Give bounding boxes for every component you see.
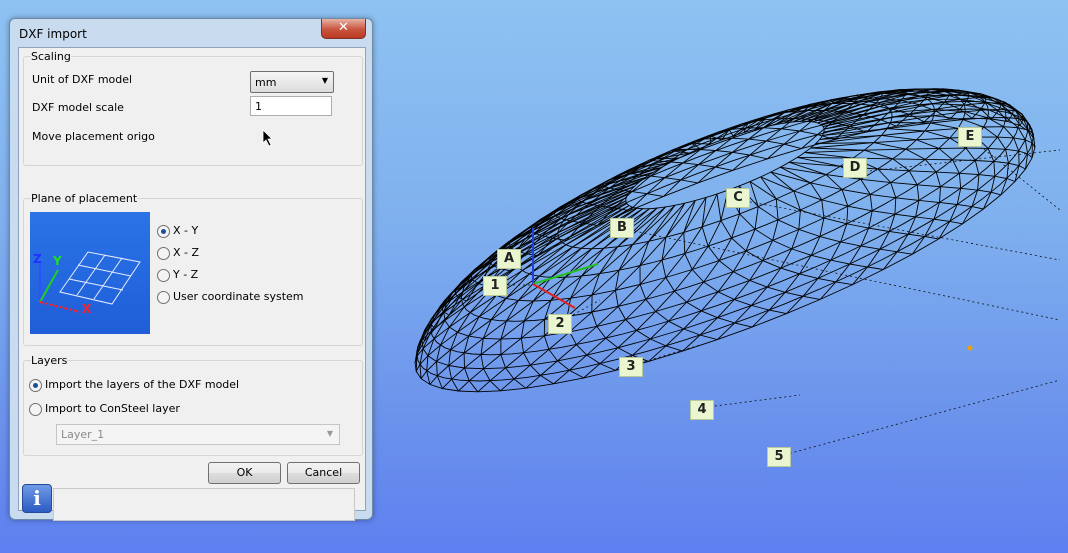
layer-select-value: Layer_1 (61, 428, 105, 441)
cursor-icon (262, 129, 273, 147)
dialog-body: Scaling Unit of DXF model mm ▼ DXF model… (18, 47, 366, 521)
mesh-rib (631, 200, 696, 362)
unit-label: Unit of DXF model (32, 73, 133, 86)
origin-marker (967, 345, 973, 351)
mesh-rib (743, 112, 802, 150)
mesh-rib (442, 185, 635, 316)
import-consteel-layer-label: Import to ConSteel layer (45, 402, 180, 415)
chevron-down-icon: ▼ (326, 429, 333, 438)
info-icon: i (22, 484, 52, 513)
plane-group: Plane of placement Z Y X X - Y X - Z Y -… (23, 192, 363, 346)
plane-group-title: Plane of placement (31, 192, 138, 205)
plane-yz-label: Y - Z (173, 268, 199, 281)
close-icon: ✕ (338, 20, 349, 35)
close-button[interactable]: ✕ (321, 19, 366, 39)
plane-preview-image: Z Y X (30, 212, 150, 334)
scale-label: DXF model scale (32, 101, 124, 114)
plane-option-yz[interactable]: Y - Z (157, 268, 307, 284)
grid-label-c: C (726, 188, 750, 208)
plane-yz-radio[interactable] (157, 269, 170, 282)
plane-option-ucs[interactable]: User coordinate system (157, 290, 347, 306)
scale-input-value: 1 (255, 100, 262, 113)
grid-label-d: D (843, 158, 867, 178)
axis-x-line (532, 283, 576, 309)
mesh-ring (443, 90, 1007, 340)
chevron-down-icon: ▼ (321, 76, 328, 85)
mesh-ring (421, 100, 1029, 370)
dialog-title: DXF import (19, 27, 87, 41)
layers-option-consteel[interactable]: Import to ConSteel layer (29, 402, 289, 418)
plane-xz-label: X - Z (173, 246, 200, 259)
dialog-titlebar[interactable]: DXF import ✕ (10, 19, 372, 47)
grid-label-e: E (958, 127, 982, 147)
layers-group-title: Layers (31, 354, 68, 367)
grid-label-2: 2 (548, 314, 572, 334)
mesh-ring (484, 88, 966, 302)
plane-xy-radio[interactable] (157, 225, 170, 238)
grid-label-a: A (497, 249, 521, 269)
scaling-group: Scaling Unit of DXF model mm ▼ DXF model… (23, 50, 363, 166)
scaling-group-title: Scaling (31, 50, 71, 63)
layer-select[interactable]: Layer_1 ▼ (56, 424, 340, 445)
mesh-rib (539, 206, 666, 385)
plane-xz-radio[interactable] (157, 247, 170, 260)
mesh-rib (760, 176, 853, 286)
plane-axis-z: Z (33, 252, 42, 266)
import-dxf-layers-radio[interactable] (29, 379, 42, 392)
grid-label-b: B (610, 218, 634, 238)
import-dxf-layers-label: Import the layers of the DXF model (45, 378, 240, 391)
unit-select-value: mm (255, 76, 277, 89)
info-message-box (53, 488, 355, 521)
plane-axis-x: X (82, 302, 92, 316)
plane-ucs-label: User coordinate system (173, 290, 304, 303)
ok-button[interactable]: OK (208, 462, 281, 484)
plane-option-xy[interactable]: X - Y (157, 224, 307, 240)
plane-ucs-radio[interactable] (157, 291, 170, 304)
import-consteel-layer-radio[interactable] (29, 403, 42, 416)
grid-label-3: 3 (619, 357, 643, 377)
grid-label-5: 5 (767, 447, 791, 467)
mesh-rib (417, 197, 627, 353)
layers-group: Layers Import the layers of the DXF mode… (23, 354, 363, 456)
grid-label-4: 4 (690, 400, 714, 420)
layers-option-import-dxf[interactable]: Import the layers of the DXF model (29, 378, 289, 394)
scale-input[interactable]: 1 (250, 96, 332, 116)
mesh-rib (770, 171, 869, 285)
dxf-import-dialog: DXF import ✕ Scaling Unit of DXF model m… (9, 18, 373, 521)
grid-label-1: 1 (483, 276, 507, 296)
plane-option-xz[interactable]: X - Z (157, 246, 307, 262)
plane-axis-y: Y (53, 254, 62, 268)
plane-xy-label: X - Y (173, 224, 199, 237)
cancel-button[interactable]: Cancel (287, 462, 360, 484)
move-origo-label: Move placement origo (32, 130, 155, 143)
unit-select[interactable]: mm ▼ (250, 71, 334, 93)
